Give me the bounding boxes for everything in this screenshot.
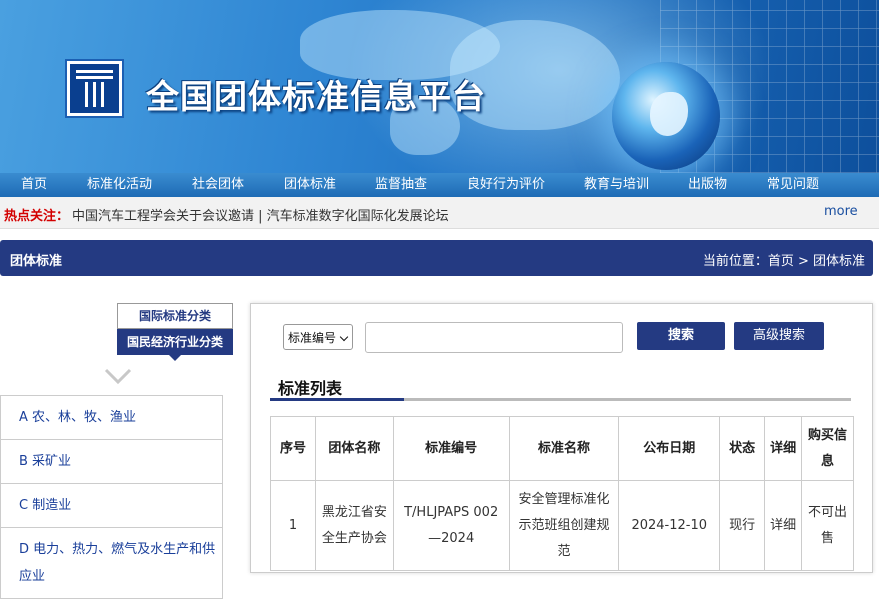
category-label: D 电力、热力、燃气及水生产和供应业 bbox=[19, 542, 216, 584]
nav-item-faq[interactable]: 常见问题 bbox=[767, 173, 819, 197]
table-row: 1 黑龙江省安全生产协会 T/HLJPAPS 002—2024 安全管理标准化示… bbox=[270, 480, 854, 571]
breadcrumb: 当前位置：首页 > 团体标准 bbox=[702, 254, 865, 269]
tab-national-industry-classification[interactable]: 国民经济行业分类 bbox=[117, 329, 233, 355]
table-header-row: 序号 团体名称 标准编号 标准名称 公布日期 状态 详细 购买信息 bbox=[270, 416, 854, 481]
category-item-b[interactable]: B 采矿业 bbox=[1, 440, 222, 484]
logo-icon[interactable] bbox=[67, 61, 122, 116]
list-title: 标准列表 bbox=[278, 379, 343, 398]
section-header: 团体标准 当前位置：首页 > 团体标准 bbox=[0, 240, 873, 276]
column-header-code: 标准编号 bbox=[392, 416, 510, 481]
column-header-detail: 详细 bbox=[764, 416, 803, 481]
cell-org: 黑龙江省安全生产协会 bbox=[314, 480, 394, 571]
cell-buy: 不可出售 bbox=[801, 480, 854, 571]
detail-link[interactable]: 详细 bbox=[764, 480, 803, 571]
search-field-select[interactable]: 标准编号 bbox=[283, 324, 353, 350]
search-input[interactable] bbox=[365, 322, 623, 353]
nav-item-education[interactable]: 教育与培训 bbox=[584, 173, 649, 197]
category-label: A 农、林、牧、渔业 bbox=[19, 410, 137, 425]
nav-item-evaluation[interactable]: 良好行为评价 bbox=[467, 173, 545, 197]
hot-topics-label: 热点关注： bbox=[4, 209, 70, 224]
category-label: B 采矿业 bbox=[19, 454, 72, 469]
nav-item-publications[interactable]: 出版物 bbox=[688, 173, 727, 197]
hot-topics-link[interactable]: 中国汽车工程学会关于会议邀请 | 汽车标准数字化国际化发展论坛 bbox=[72, 205, 449, 224]
main-nav: 首页 标准化活动 社会团体 团体标准 监督抽查 良好行为评价 教育与培训 出版物… bbox=[0, 173, 879, 197]
standards-table: 序号 团体名称 标准编号 标准名称 公布日期 状态 详细 购买信息 1 黑龙江省… bbox=[270, 416, 854, 571]
nav-item-group-standards[interactable]: 团体标准 bbox=[284, 173, 336, 197]
nav-item-organizations[interactable]: 社会团体 bbox=[192, 173, 244, 197]
column-header-date: 公布日期 bbox=[618, 416, 721, 481]
category-label: C 制造业 bbox=[19, 498, 72, 513]
search-field-value: 标准编号 bbox=[288, 331, 337, 345]
hot-topics-bar: 热点关注： 中国汽车工程学会关于会议邀请 | 汽车标准数字化国际化发展论坛 mo… bbox=[0, 197, 879, 229]
category-item-a[interactable]: A 农、林、牧、渔业 bbox=[1, 396, 222, 440]
site-title[interactable]: 全国团体标准信息平台 bbox=[146, 70, 486, 118]
column-header-no: 序号 bbox=[270, 416, 316, 481]
search-button[interactable]: 搜索 bbox=[637, 322, 725, 350]
chevron-down-icon bbox=[339, 332, 349, 342]
advanced-search-button[interactable]: 高级搜索 bbox=[734, 322, 824, 350]
section-title: 团体标准 bbox=[10, 254, 63, 269]
column-header-buy: 购买信息 bbox=[801, 416, 854, 481]
nav-item-home[interactable]: 首页 bbox=[21, 173, 47, 197]
column-header-status: 状态 bbox=[719, 416, 766, 481]
nav-item-supervision[interactable]: 监督抽查 bbox=[375, 173, 427, 197]
cell-status: 现行 bbox=[719, 480, 766, 571]
tab-international-classification[interactable]: 国际标准分类 bbox=[117, 303, 233, 329]
nav-item-standardization[interactable]: 标准化活动 bbox=[87, 173, 152, 197]
category-list: A 农、林、牧、渔业 B 采矿业 C 制造业 D 电力、热力、燃气及水生产和供应… bbox=[0, 395, 223, 599]
cell-name: 安全管理标准化示范班组创建规范 bbox=[508, 480, 620, 571]
list-title-underline bbox=[270, 398, 851, 401]
cell-code: T/HLJPAPS 002—2024 bbox=[392, 480, 510, 571]
column-header-name: 标准名称 bbox=[508, 416, 620, 481]
header-banner: 全国团体标准信息平台 bbox=[0, 0, 879, 173]
cell-date: 2024-12-10 bbox=[618, 480, 721, 571]
tab-pointer-icon bbox=[169, 355, 181, 361]
more-link[interactable]: more bbox=[824, 204, 858, 219]
cell-no: 1 bbox=[270, 480, 316, 571]
category-item-c[interactable]: C 制造业 bbox=[1, 484, 222, 528]
chevron-down-icon bbox=[104, 368, 132, 385]
column-header-org: 团体名称 bbox=[314, 416, 394, 481]
